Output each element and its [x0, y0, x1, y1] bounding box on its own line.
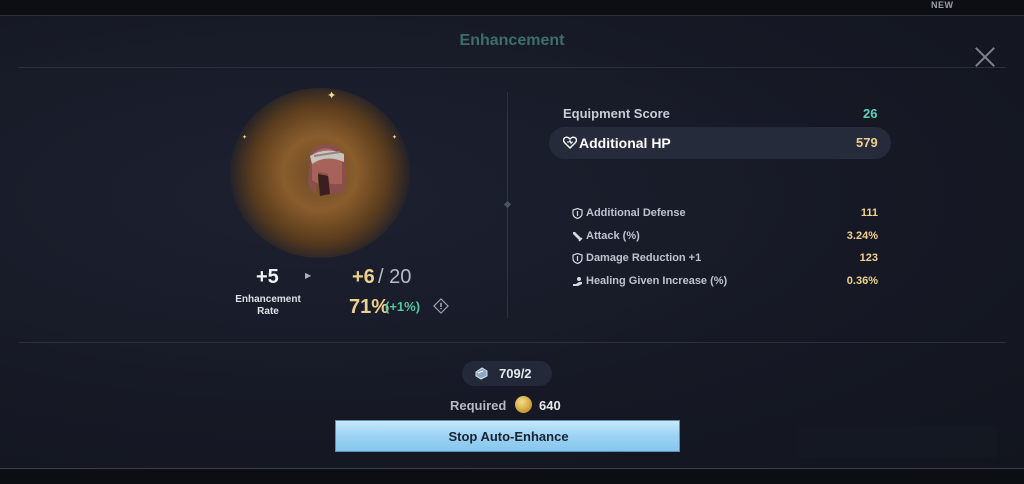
- new-badge: NEW: [931, 0, 954, 10]
- main-stat-value: 579: [856, 135, 878, 150]
- dialog-title: Enhancement: [459, 32, 565, 49]
- divider: [18, 67, 1006, 68]
- enhancement-rate-value: 71%: [349, 296, 390, 318]
- stat-label-healing: Healing Given Increase (%): [586, 275, 728, 287]
- stat-label-damage-reduction: Damage Reduction +1: [586, 252, 702, 264]
- sword-icon: [573, 232, 583, 242]
- shield-icon: [572, 253, 583, 264]
- enhancement-rate-bonus: (+1%): [385, 299, 421, 314]
- stop-auto-enhance-button[interactable]: Stop Auto-Enhance: [335, 420, 680, 452]
- disabled-button: [797, 426, 997, 458]
- info-icon[interactable]: [433, 298, 449, 314]
- gold-cost: 640: [539, 398, 561, 413]
- helmet-icon[interactable]: [300, 140, 352, 198]
- stop-auto-enhance-label: Stop Auto-Enhance: [448, 429, 569, 444]
- divider: [18, 342, 1006, 343]
- stat-value-damage-reduction: 123: [859, 252, 878, 264]
- material-count: 709/2: [499, 366, 532, 381]
- shield-icon: [572, 208, 583, 219]
- stat-label-defense: Additional Defense: [586, 207, 686, 219]
- sparkle-icon: ✦: [392, 135, 398, 141]
- enhancement-dialog: Enhancement ✦ ✦ ✦ +5 ▶ +6 / 20 Enhanceme…: [0, 16, 1024, 468]
- divider-diamond: [503, 200, 512, 209]
- equipment-score-label: Equipment Score: [563, 106, 670, 121]
- sparkle-icon: ✦: [242, 135, 248, 141]
- arrow-right-icon: ▶: [305, 271, 312, 280]
- enhancement-stone-icon: [475, 367, 488, 380]
- stat-value-defense: 111: [860, 207, 878, 219]
- required-label: Required: [450, 398, 507, 413]
- main-stat-label: Additional HP: [579, 135, 671, 151]
- heart-icon: [563, 136, 577, 149]
- sparkle-icon: ✦: [327, 90, 337, 102]
- stat-value-healing: 0.36%: [846, 275, 878, 287]
- stat-value-attack: 3.24%: [846, 230, 878, 242]
- healing-hand-icon: [573, 277, 582, 286]
- gold-coin-icon: [515, 396, 532, 413]
- bottom-bar: [0, 468, 1024, 484]
- enhancement-rate-label: Enhancement Rate: [235, 294, 301, 317]
- max-level: / 20: [378, 266, 412, 288]
- next-level: +6: [352, 266, 375, 288]
- current-level: +5: [256, 266, 279, 288]
- stat-label-attack: Attack (%): [586, 230, 640, 242]
- equipment-score-value: 26: [863, 106, 878, 121]
- top-bar: NEW: [0, 0, 1024, 16]
